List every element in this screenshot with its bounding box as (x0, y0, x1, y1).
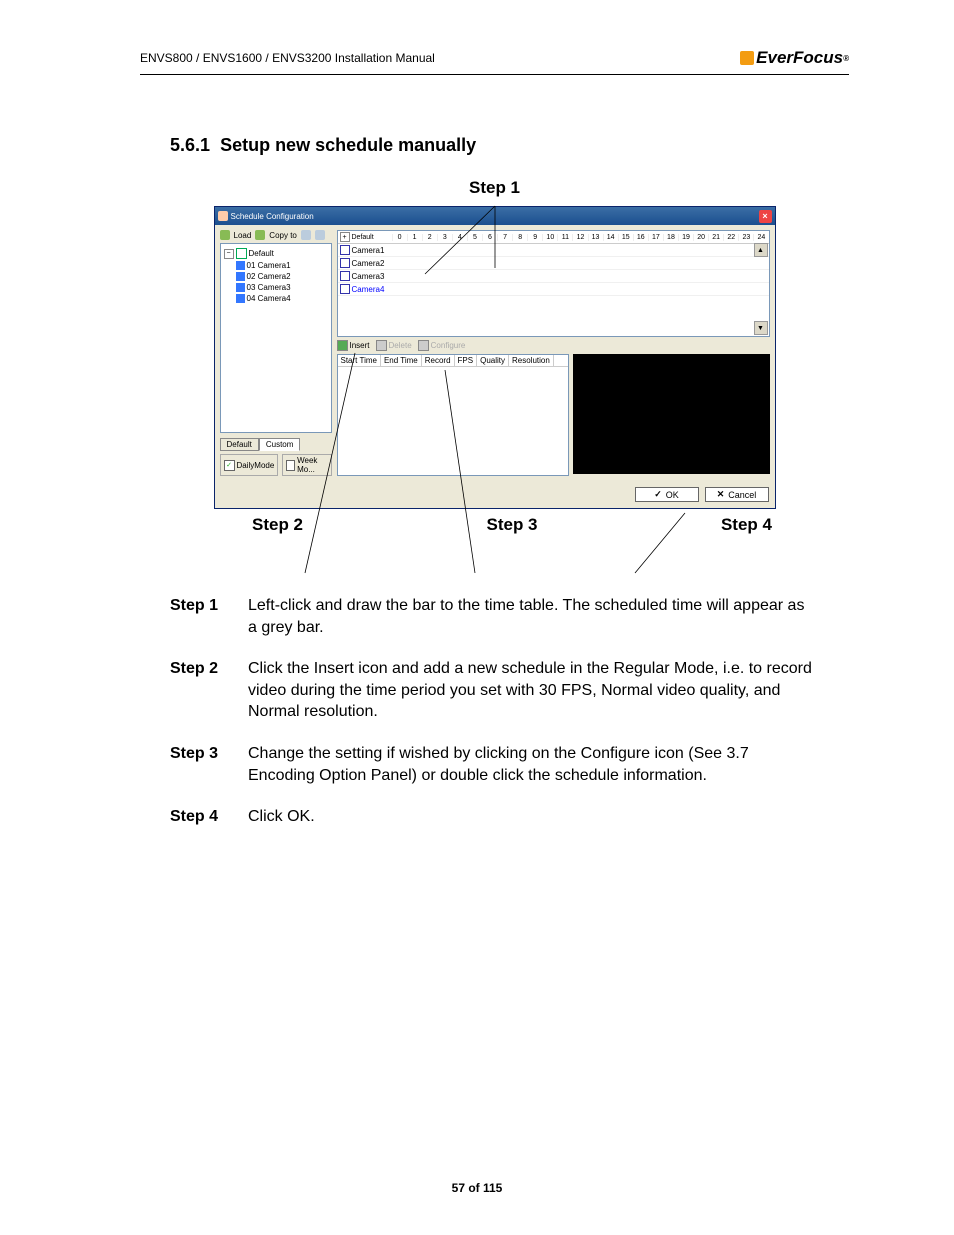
insert-button[interactable]: Insert (337, 340, 370, 351)
copyto-icon (255, 230, 265, 240)
schedule-dialog: Schedule Configuration × Load Copy to −D… (214, 206, 776, 509)
schedule-table[interactable]: Start Time End Time Record FPS Quality R… (337, 354, 569, 476)
manual-title: ENVS800 / ENVS1600 / ENVS3200 Installati… (140, 51, 435, 65)
step1-caption: Step 1 (145, 178, 845, 198)
col-resolution[interactable]: Resolution (509, 355, 554, 366)
tab-default[interactable]: Default (220, 438, 259, 451)
col-starttime[interactable]: Start Time (338, 355, 381, 366)
step3-caption: Step 3 (486, 515, 537, 535)
ok-button[interactable]: ✓OK (635, 487, 699, 502)
configure-button[interactable]: Configure (418, 340, 466, 351)
weekmode-checkbox[interactable]: Week Mo... (282, 454, 331, 476)
delete-icon (376, 340, 387, 351)
device-tree[interactable]: −Default 01 Camera1 02 Camera2 03 Camera… (220, 243, 332, 433)
step2-caption: Step 2 (252, 515, 303, 535)
col-record[interactable]: Record (422, 355, 455, 366)
cancel-button[interactable]: ✕Cancel (705, 487, 769, 502)
insert-icon (337, 340, 348, 351)
tab-custom[interactable]: Custom (259, 438, 301, 451)
page-number: 57 of 115 (0, 1181, 954, 1195)
scroll-down-button[interactable]: ▼ (754, 321, 768, 335)
dialog-titlebar: Schedule Configuration × (215, 207, 775, 225)
scroll-up-button[interactable]: ▲ (754, 243, 768, 257)
timeline-grid[interactable]: +Default 0123456789101112131415161718192… (337, 230, 770, 337)
load-icon (220, 230, 230, 240)
col-quality[interactable]: Quality (477, 355, 509, 366)
dialog-icon (218, 211, 228, 221)
copyto-button[interactable]: Copy to (269, 231, 297, 240)
delete-button[interactable]: Delete (376, 340, 412, 351)
tool-icon-2[interactable] (315, 230, 325, 240)
step4-caption: Step 4 (721, 515, 772, 535)
col-fps[interactable]: FPS (455, 355, 478, 366)
load-button[interactable]: Load (234, 231, 252, 240)
configure-icon (418, 340, 429, 351)
figure: Step 1 Schedule Configuration × Load Cop… (145, 178, 845, 535)
dialog-title: Schedule Configuration (231, 212, 314, 221)
dailymode-checkbox[interactable]: ✓DailyMode (220, 454, 279, 476)
close-button[interactable]: × (759, 210, 772, 223)
tool-icon-1[interactable] (301, 230, 311, 240)
video-preview (573, 354, 770, 474)
step-descriptions: Step 1Left-click and draw the bar to the… (170, 595, 819, 828)
page-header: ENVS800 / ENVS1600 / ENVS3200 Installati… (140, 48, 849, 75)
brand-logo: EverFocus® (740, 48, 849, 68)
left-toolbar: Load Copy to (220, 230, 332, 240)
section-heading: 5.6.1 Setup new schedule manually (170, 135, 849, 156)
col-endtime[interactable]: End Time (381, 355, 422, 366)
